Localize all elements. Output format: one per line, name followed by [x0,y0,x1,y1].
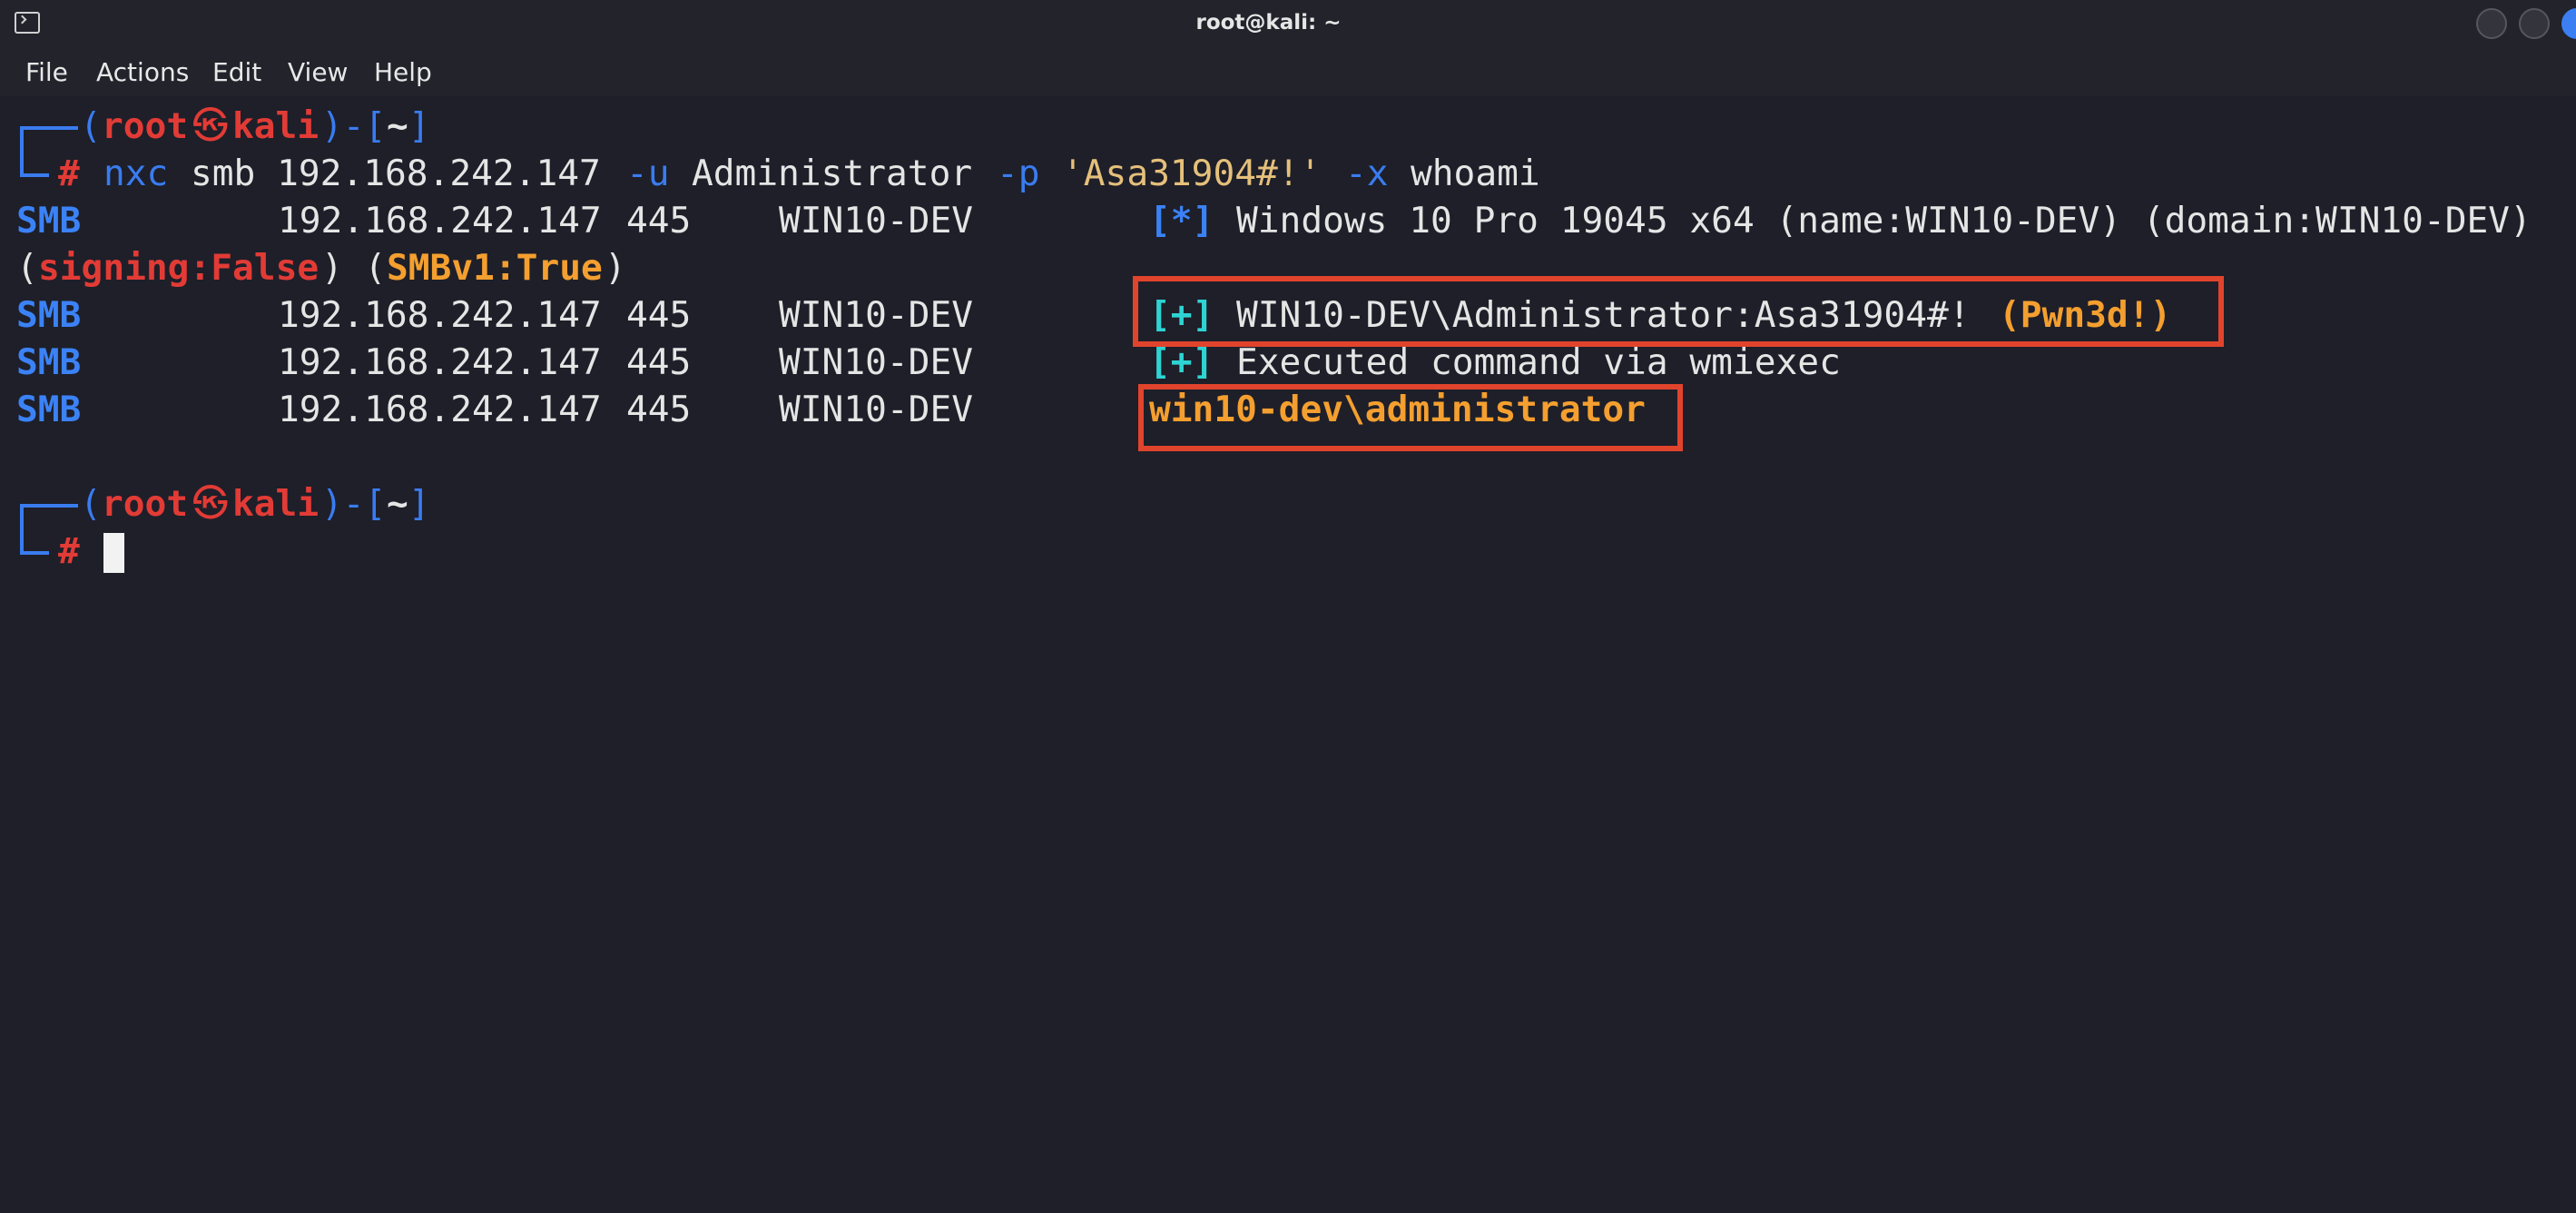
prompt-open-paren: ( [80,105,102,147]
prompt-skull: ㉿ [192,105,229,147]
command-line: # nxc smb 192.168.242.147 -u Administrat… [16,146,2558,197]
minimize-button[interactable] [2476,8,2507,39]
output-ip: 192.168.242.147 [278,200,602,242]
menu-actions[interactable]: Actions [96,57,189,87]
prompt-close-paren: )-[ [321,105,387,147]
prompt-corner-bottom [20,146,49,177]
prompt-host: kali [232,483,320,525]
command-flag-p: -p [997,153,1040,194]
window-title: root@kali: ~ [1195,11,1342,35]
prompt-line: ( root ㉿ kali )-[ ~ ] [16,103,2558,157]
output-ip: 192.168.242.147 [278,389,602,430]
prompt-line: ( root ㉿ kali )-[ ~ ] [16,480,2558,535]
output-text: Windows 10 Pro 19045 x64 (name:WIN10-DEV… [1236,200,2532,242]
output-proto: SMB [16,341,82,383]
prompt-host: kali [232,105,320,147]
command-password: 'Asa31904#!' [1062,153,1322,194]
prompt-dir: ~ [387,105,408,147]
output-open-paren: ( [16,247,38,289]
prompt-close-bracket: ] [408,105,430,147]
command-args: smb 192.168.242.147 [191,153,601,194]
menu-file[interactable]: File [25,57,68,87]
output-host: WIN10-DEV [779,341,974,383]
menu-edit[interactable]: Edit [212,57,261,87]
prompt-hash: # [58,153,80,194]
output-host: WIN10-DEV [779,200,974,242]
title-bar: root@kali: ~ [0,0,2576,51]
prompt-hash: # [58,530,80,572]
menu-help[interactable]: Help [374,57,432,87]
output-ip: 192.168.242.147 [278,341,602,383]
prompt-dir: ~ [387,483,408,525]
menu-view[interactable]: View [288,57,348,87]
close-button[interactable] [2561,8,2576,39]
prompt-user: root [102,105,189,147]
prompt-user: root [102,483,189,525]
annotation-box-result [1138,384,1683,451]
prompt-skull: ㉿ [192,483,229,525]
output-proto: SMB [16,389,82,430]
annotation-box-credential [1133,276,2224,347]
output-marker: [*] [1149,200,1214,242]
input-line[interactable]: # [16,524,2558,575]
output-host: WIN10-DEV [779,294,974,336]
prompt-close-bracket: ] [408,483,430,525]
command-flag-u: -u [626,153,670,194]
output-port: 445 [626,341,692,383]
output-proto: SMB [16,294,82,336]
command-exec: whoami [1411,153,1540,194]
prompt-corner-bottom [20,524,49,555]
prompt-open-paren: ( [80,483,102,525]
output-port: 445 [626,200,692,242]
output-proto: SMB [16,200,82,242]
output-signing: signing:False [38,247,320,289]
command-flag-x: -x [1345,153,1389,194]
text-cursor [103,533,124,573]
output-port: 445 [626,389,692,430]
output-ip: 192.168.242.147 [278,294,602,336]
output-mid: ) ( [321,247,387,289]
maximize-button[interactable] [2519,8,2550,39]
command-user: Administrator [692,153,973,194]
output-host: WIN10-DEV [779,389,974,430]
terminal-output[interactable]: ( root ㉿ kali )-[ ~ ] # nxc smb 192.168.… [16,100,2576,606]
output-smbv1: SMBv1:True [387,247,603,289]
menu-bar: File Actions Edit View Help [0,51,2576,96]
command-program: nxc [103,153,169,194]
output-close-paren: ) [605,247,626,289]
output-port: 445 [626,294,692,336]
prompt-close-paren: )-[ [321,483,387,525]
output-row: SMB 192.168.242.147 445 WIN10-DEV [*] Wi… [16,197,2558,244]
